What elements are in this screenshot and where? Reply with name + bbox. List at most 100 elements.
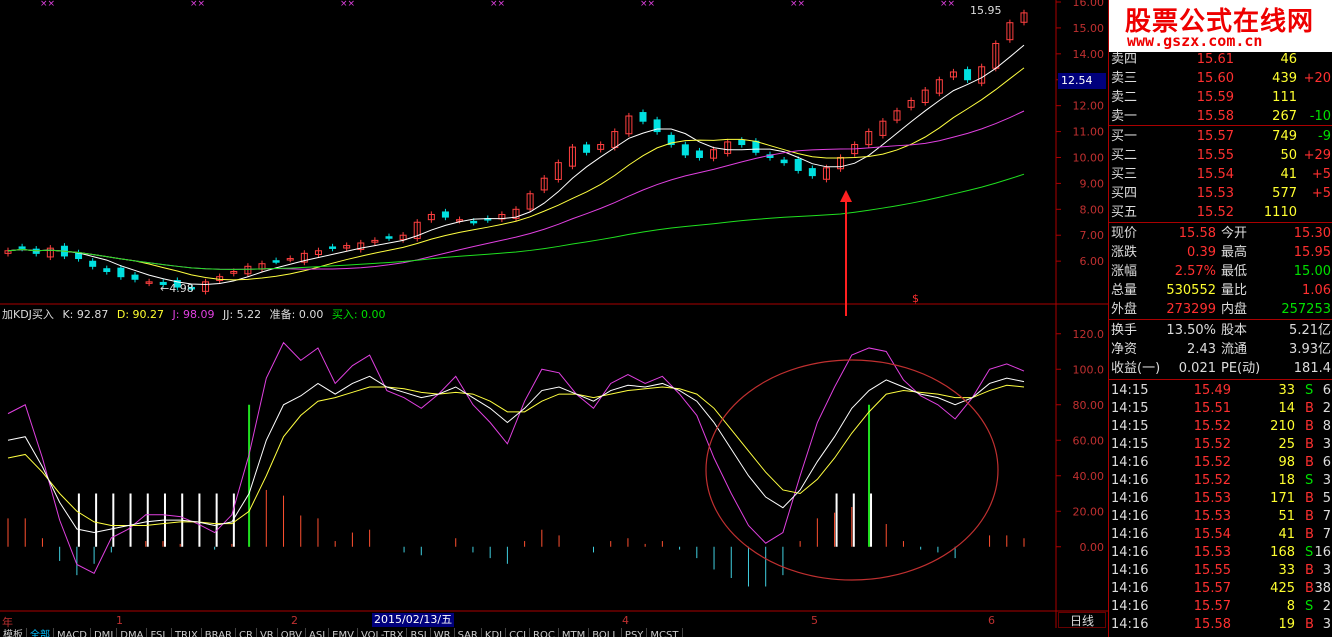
cell: 最低 (1221, 264, 1248, 279)
cell: 14:16 (1111, 563, 1149, 578)
cell: 3 (1322, 563, 1331, 578)
quote-row: 涨幅 2.57% 最低 15.00 (1109, 262, 1332, 281)
bid-row: 买五 15.52 1110 (1109, 203, 1332, 222)
tab-psy[interactable]: PSY (622, 628, 648, 637)
tab-vol-trx[interactable]: VOL-TRX (358, 628, 408, 637)
fundamental-row: 换手 13.50% 股本 5.21亿 (1109, 321, 1332, 340)
tick-row: 14:15 15.49 33 S 6 (1109, 381, 1332, 400)
tab-emv[interactable]: EMV (329, 628, 358, 637)
cell: 530552 (1166, 283, 1216, 298)
kdj-name: 加KDJ买入 (2, 308, 54, 321)
tab-fsl[interactable]: FSL (147, 628, 172, 637)
tab-boll[interactable]: BOLL (589, 628, 622, 637)
kdj-tick-label: 120.0 (1073, 328, 1105, 341)
price-tick-label: 10.00 (1073, 151, 1105, 164)
signal-marker: ×× (640, 0, 655, 9)
cell: 股本 (1221, 323, 1248, 338)
cursor-date-tag: 2015/02/13/五 (372, 613, 455, 627)
cell: 14:16 (1111, 473, 1149, 488)
tab-trix[interactable]: TRIX (172, 628, 202, 637)
tab-mcst[interactable]: MCST (647, 628, 683, 637)
tick-row: 14:16 15.53 168 S 16 (1109, 543, 1332, 562)
ma5-line (7, 44, 1025, 286)
cell: 15.55 (1193, 563, 1231, 578)
price-tick-label: 11.00 (1073, 126, 1105, 139)
tab-kdj[interactable]: KDJ (482, 628, 507, 637)
tab-vr[interactable]: VR (257, 628, 278, 637)
tab-roc[interactable]: ROC (530, 628, 559, 637)
tab-dmi[interactable]: DMI (91, 628, 118, 637)
tab-cr[interactable]: CR (236, 628, 257, 637)
tick-row: 14:16 15.52 18 S 3 (1109, 471, 1332, 490)
candle-body (794, 158, 802, 171)
cell: 14:16 (1111, 599, 1149, 614)
cell: 3 (1322, 473, 1331, 488)
cell: 7 (1322, 527, 1331, 542)
kdj-tick-label: 100.0 (1073, 363, 1105, 376)
cell: 3 (1322, 617, 1331, 632)
cell: 卖一 (1111, 109, 1138, 124)
cell: 2 (1322, 401, 1331, 416)
candle-body (780, 159, 788, 164)
chart-area[interactable]: 16.0015.0014.0013.0012.0011.0010.009.008… (0, 0, 1108, 637)
tab-dma[interactable]: DMA (117, 628, 148, 637)
tab-全部[interactable]: 全部 (27, 628, 54, 637)
tick-row: 14:16 15.53 171 B 5 (1109, 489, 1332, 508)
cell: 33 (1278, 383, 1295, 398)
cell: 111 (1272, 90, 1297, 105)
candle-body (738, 139, 746, 146)
cell: 14:15 (1111, 419, 1149, 434)
cell: 流通 (1221, 342, 1248, 357)
x-label: 2 (291, 614, 298, 627)
candle-body (470, 220, 478, 224)
candle-body (117, 267, 125, 278)
cell: 41 (1278, 527, 1295, 542)
tab-brar[interactable]: BRAR (202, 628, 236, 637)
tab-asi[interactable]: ASI (306, 628, 330, 637)
cell: 8 (1286, 599, 1295, 614)
tick-row: 14:16 15.57 425 B 38 (1109, 579, 1332, 598)
candle-body (583, 144, 591, 153)
tab-obv[interactable]: OBV (278, 628, 306, 637)
cell: 14:16 (1111, 491, 1149, 506)
cell: 卖四 (1111, 52, 1138, 67)
tick-row: 14:16 15.58 19 B 3 (1109, 615, 1332, 634)
cell: 0.021 (1178, 361, 1216, 376)
ask-row: 卖四 15.61 46 (1109, 50, 1332, 69)
tab-mtm[interactable]: MTM (559, 628, 590, 637)
ma60-line (7, 173, 1025, 270)
quote-row: 外盘 273299 内盘 257253 (1109, 300, 1332, 319)
tab-cci[interactable]: CCI (506, 628, 531, 637)
cell: 15.55 (1196, 148, 1234, 163)
tick-row: 14:16 15.54 41 B 7 (1109, 525, 1332, 544)
cell: 3.93亿 (1289, 342, 1331, 357)
cell: 181.4 (1293, 361, 1331, 376)
divider (1109, 319, 1332, 320)
cell: 15.52 (1193, 419, 1231, 434)
tab-wr[interactable]: WR (431, 628, 455, 637)
cell: 买五 (1111, 205, 1138, 220)
cell: 现价 (1111, 226, 1138, 241)
cell: 8 (1322, 419, 1331, 434)
indicator-tabs: 模板 全部 MACD DMI DMA FSL TRIX BRAR CR VR OBV ASI EMV VO… (0, 628, 1108, 637)
cell: 425 (1270, 581, 1295, 596)
kdj-d-value: D: 90.27 (116, 308, 165, 321)
cell: 外盘 (1111, 302, 1138, 317)
signal-marker: ×× (40, 0, 55, 9)
logo-url: www.gszx.com.cn (1127, 32, 1263, 50)
period-selector[interactable]: 日线 (1058, 612, 1106, 628)
kdj-tick-label: 20.00 (1073, 505, 1105, 518)
tab-rsi[interactable]: RSI (407, 628, 431, 637)
x-label: 1 (116, 614, 123, 627)
high-price-label: 15.95 (970, 4, 1002, 17)
cell: 买二 (1111, 148, 1138, 163)
cell: 15.54 (1196, 167, 1234, 182)
cell: 15.53 (1193, 509, 1231, 524)
candle-body (131, 274, 139, 280)
tab-模板[interactable]: 模板 (0, 628, 27, 637)
tab-macd[interactable]: MACD (54, 628, 91, 637)
tab-sar[interactable]: SAR (455, 628, 482, 637)
cell: 50 (1280, 148, 1297, 163)
ask-row: 卖三 15.60 439 +20 (1109, 69, 1332, 88)
current-price-tag: 12.54 (1058, 73, 1106, 89)
